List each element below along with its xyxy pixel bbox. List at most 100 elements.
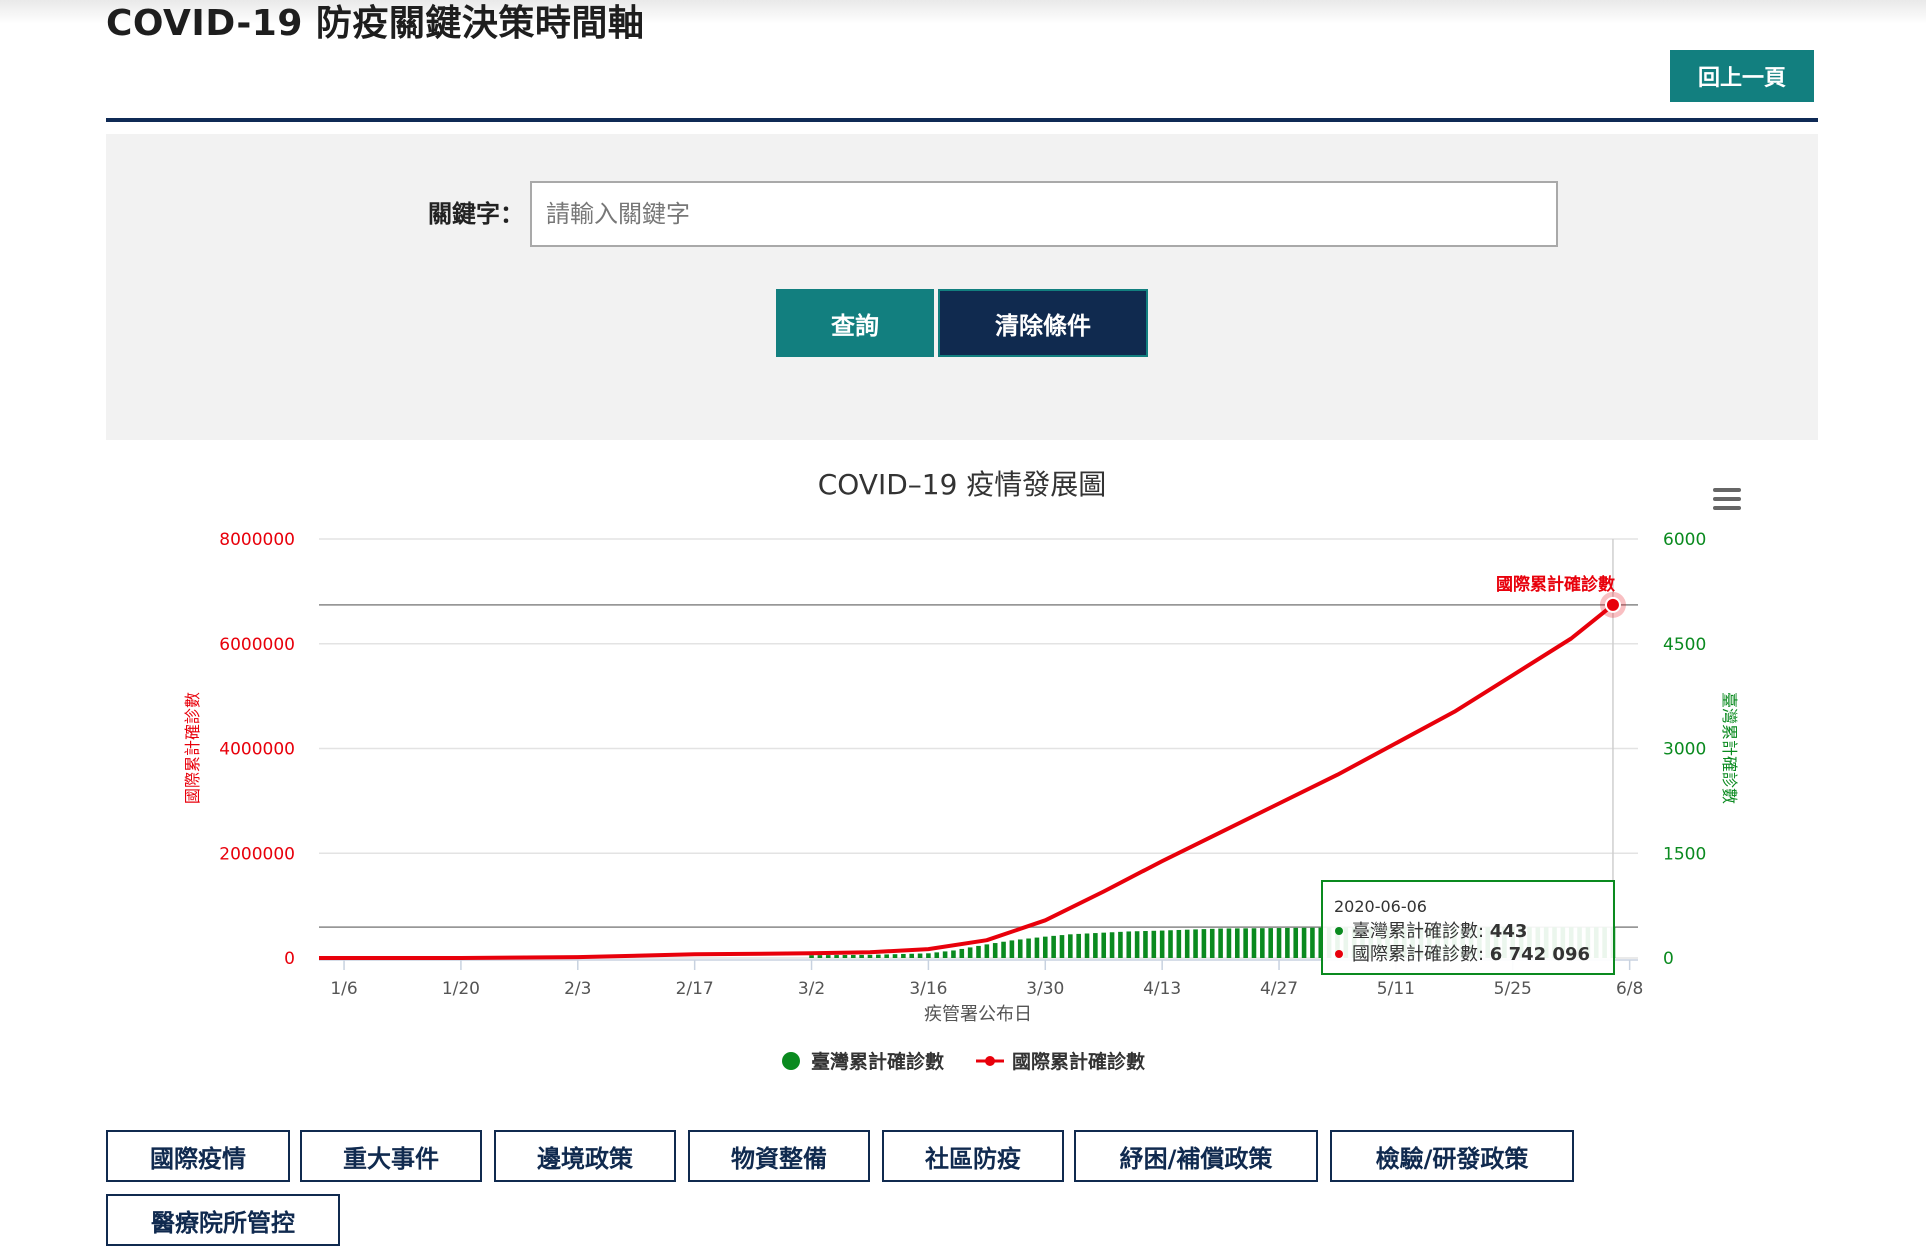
taiwan-bar	[1009, 940, 1015, 958]
x-tick-label: 5/11	[1377, 979, 1415, 999]
back-button[interactable]: 回上一頁	[1670, 50, 1814, 102]
taiwan-bar	[917, 953, 923, 958]
category-relief-policy[interactable]: 紓困/補償政策	[1074, 1130, 1318, 1182]
taiwan-bar	[909, 953, 915, 958]
category-major-events[interactable]: 重大事件	[300, 1130, 482, 1182]
clear-button[interactable]: 清除條件	[938, 289, 1148, 357]
legend-item-intl[interactable]: 國際累計確診數	[976, 1050, 1145, 1073]
taiwan-bar	[1243, 928, 1248, 958]
y-left-tick-label: 2000000	[219, 844, 295, 864]
x-tick-label: 2/3	[564, 979, 591, 999]
taiwan-bar	[1151, 930, 1157, 958]
category-hospital-control[interactable]: 醫療院所管控	[106, 1194, 340, 1246]
taiwan-bar	[834, 955, 839, 958]
legend-intl-label: 國際累計確診數	[1012, 1050, 1145, 1073]
chart-title: COVID–19 疫情發展圖	[818, 468, 1107, 501]
y-left-tick-label: 0	[284, 949, 295, 969]
taiwan-bar	[1051, 935, 1056, 958]
legend-item-taiwan[interactable]: 臺灣累計確診數	[782, 1050, 944, 1073]
keyword-label: 關鍵字：	[428, 200, 524, 228]
category-supplies[interactable]: 物資整備	[688, 1130, 870, 1182]
page-title: COVID-19 防疫關鍵決策時間軸	[106, 3, 645, 44]
svg-text:國際累計確診數: 6 742 096: 國際累計確診數: 6 742 096	[1352, 944, 1590, 965]
legend-taiwan-label: 臺灣累計確診數	[811, 1050, 944, 1073]
y-right-tick-label: 0	[1663, 949, 1674, 969]
taiwan-bar	[901, 953, 906, 958]
tooltip-taiwan-value: 443	[1490, 921, 1528, 942]
taiwan-bar	[892, 954, 898, 958]
taiwan-bar	[1209, 928, 1215, 958]
taiwan-bar	[1201, 929, 1207, 958]
x-tick-label: 1/20	[442, 979, 480, 999]
category-testing-rd[interactable]: 檢驗/研發政策	[1330, 1130, 1574, 1182]
taiwan-bar	[1109, 932, 1115, 958]
tooltip-intl-marker	[1335, 950, 1343, 958]
taiwan-bar	[1176, 929, 1182, 958]
category-border-policy[interactable]: 邊境政策	[494, 1130, 676, 1182]
taiwan-bar	[951, 950, 956, 958]
hamburger-menu-icon[interactable]	[1713, 488, 1741, 510]
taiwan-bar	[825, 955, 831, 958]
taiwan-bar	[1126, 931, 1132, 958]
taiwan-bar	[1268, 928, 1273, 958]
taiwan-bar	[976, 945, 981, 958]
taiwan-bar	[876, 954, 881, 958]
legend-taiwan-marker	[782, 1052, 800, 1070]
taiwan-bar	[1118, 931, 1123, 958]
y-right-tick-label: 3000	[1663, 740, 1706, 760]
y-right-tick-label: 6000	[1663, 530, 1706, 550]
x-tick-label: 2/17	[676, 979, 714, 999]
taiwan-bar	[1017, 939, 1023, 958]
taiwan-bar	[1068, 934, 1073, 958]
x-tick-label: 3/16	[909, 979, 947, 999]
tooltip-intl-value: 6 742 096	[1490, 944, 1590, 965]
taiwan-bar	[817, 955, 823, 958]
taiwan-bar	[984, 944, 990, 958]
search-panel	[106, 134, 1818, 440]
taiwan-bar	[1076, 933, 1081, 958]
taiwan-bar	[867, 954, 873, 958]
keyword-input[interactable]	[530, 181, 1558, 247]
taiwan-bar	[1026, 938, 1031, 958]
y-left-tick-label: 6000000	[219, 635, 295, 655]
x-tick-label: 4/13	[1143, 979, 1181, 999]
category-international[interactable]: 國際疫情	[106, 1130, 290, 1182]
x-tick-label: 4/27	[1260, 979, 1298, 999]
taiwan-bar	[884, 954, 889, 958]
taiwan-bar	[1059, 935, 1065, 958]
taiwan-bar	[959, 948, 965, 958]
taiwan-bar	[1143, 931, 1148, 958]
chart-container: COVID–19 疫情發展圖 0 0 2000000 1500 4000000 3000 6…	[0, 440, 1926, 1100]
taiwan-bar	[809, 955, 814, 958]
legend-intl-marker	[985, 1056, 995, 1066]
header-divider	[106, 118, 1818, 122]
taiwan-bar	[1301, 927, 1307, 958]
taiwan-bar	[859, 954, 864, 958]
taiwan-bar	[1042, 936, 1048, 958]
taiwan-bar	[1034, 937, 1040, 958]
y-left-tick-label: 4000000	[219, 740, 295, 760]
taiwan-bar	[1101, 932, 1107, 958]
x-tick-label: 3/30	[1026, 979, 1064, 999]
taiwan-bar	[1193, 929, 1198, 958]
x-tick-label: 6/8	[1616, 979, 1643, 999]
end-point-marker	[1604, 596, 1621, 613]
taiwan-bar	[1001, 941, 1006, 958]
tooltip-intl-label: 國際累計確診數:	[1352, 944, 1490, 965]
taiwan-bar	[1260, 928, 1265, 958]
taiwan-bar	[1226, 928, 1232, 958]
taiwan-bar	[926, 953, 931, 958]
x-tick-label: 1/6	[330, 979, 357, 999]
query-button[interactable]: 查詢	[776, 289, 934, 357]
x-axis-title: 疾管署公布日	[924, 1004, 1032, 1025]
taiwan-bar	[1234, 928, 1240, 958]
y-right-tick-label: 4500	[1663, 635, 1706, 655]
category-community[interactable]: 社區防疫	[882, 1130, 1064, 1182]
legend: 臺灣累計確診數 國際累計確診數	[782, 1050, 1145, 1073]
taiwan-bar	[1251, 928, 1257, 958]
y-left-axis-title: 國際累計確診數	[183, 692, 202, 804]
taiwan-bar	[1310, 927, 1315, 958]
taiwan-bar	[1293, 927, 1299, 958]
taiwan-bar	[992, 943, 998, 958]
taiwan-bar	[1184, 929, 1190, 958]
